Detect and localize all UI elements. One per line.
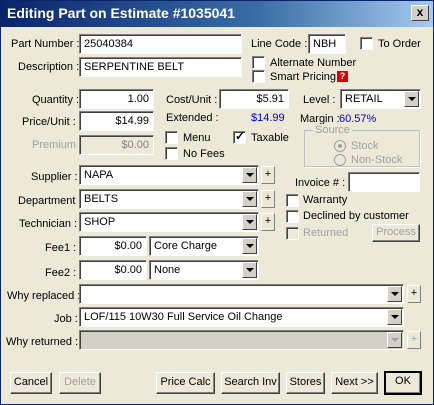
part-number-label: Part Number : bbox=[11, 38, 80, 50]
next-button[interactable]: Next >> bbox=[331, 372, 378, 394]
job-select[interactable]: LOF/115 10W30 Full Service Oil Change bbox=[79, 307, 404, 327]
line-code-input[interactable]: NBH bbox=[308, 34, 346, 54]
description-input[interactable]: SERPENTINE BELT bbox=[79, 57, 242, 77]
warranty-checkbox[interactable] bbox=[286, 194, 299, 207]
line-code-label: Line Code : bbox=[251, 38, 308, 50]
add-technician-button[interactable]: + bbox=[261, 213, 275, 231]
alternate-number-label: Alternate Number bbox=[270, 57, 357, 69]
level-select[interactable]: RETAIL bbox=[340, 89, 421, 109]
why-returned-label: Why returned : bbox=[6, 336, 79, 348]
job-value: LOF/115 10W30 Full Service Oil Change bbox=[84, 311, 283, 323]
part-number-input[interactable]: 25040384 bbox=[79, 34, 242, 54]
fee1-type-select[interactable]: Core Charge bbox=[149, 236, 259, 256]
add-why-returned-button: + bbox=[407, 331, 421, 349]
menu-checkbox[interactable] bbox=[165, 131, 178, 144]
returned-label: Returned bbox=[303, 227, 349, 239]
premium-label: Premium bbox=[32, 139, 77, 151]
fee2-type-select[interactable]: None bbox=[149, 260, 259, 280]
to-order-label: To Order bbox=[378, 38, 421, 50]
level-label: Level : bbox=[303, 94, 336, 106]
why-returned-dropdown-arrow bbox=[387, 332, 402, 348]
job-dropdown-arrow[interactable] bbox=[387, 309, 402, 325]
department-value: BELTS bbox=[84, 193, 119, 205]
to-order-checkbox[interactable] bbox=[360, 37, 373, 50]
price-unit-label: Price/Unit : bbox=[22, 116, 76, 128]
why-replaced-dropdown-arrow[interactable] bbox=[387, 286, 402, 302]
premium-input: $0.00 bbox=[79, 135, 154, 155]
add-supplier-button[interactable]: + bbox=[261, 166, 275, 184]
why-replaced-select[interactable] bbox=[79, 284, 404, 304]
stores-button[interactable]: Stores bbox=[286, 372, 325, 394]
process-button: Process bbox=[372, 224, 420, 242]
price-calc-button[interactable]: Price Calc bbox=[156, 372, 215, 394]
supplier-value: NAPA bbox=[84, 169, 114, 181]
invoice-label: Invoice # : bbox=[295, 177, 346, 189]
invoice-input[interactable] bbox=[348, 172, 420, 192]
title-bar: Editing Part on Estimate #1035041 x bbox=[1, 1, 433, 27]
price-unit-input[interactable]: $14.99 bbox=[79, 111, 154, 131]
search-inv-button[interactable]: Search Inv bbox=[221, 372, 280, 394]
cost-unit-label: Cost/Unit : bbox=[166, 94, 218, 106]
fee2-dropdown-arrow[interactable] bbox=[242, 262, 257, 278]
non-stock-label: Non-Stock bbox=[351, 154, 403, 166]
delete-button: Delete bbox=[59, 372, 101, 394]
description-label: Description : bbox=[18, 61, 80, 73]
taxable-checkbox[interactable] bbox=[233, 129, 246, 144]
why-returned-select bbox=[79, 330, 404, 350]
level-value: RETAIL bbox=[345, 93, 383, 105]
no-fees-label: No Fees bbox=[183, 148, 225, 160]
add-why-replaced-button[interactable]: + bbox=[407, 285, 421, 303]
fee1-amount-input[interactable]: $0.00 bbox=[79, 236, 147, 256]
cancel-button[interactable]: Cancel bbox=[10, 372, 52, 394]
quantity-label: Quantity : bbox=[32, 94, 80, 106]
department-select[interactable]: BELTS bbox=[79, 189, 259, 209]
department-dropdown-arrow[interactable] bbox=[242, 191, 257, 207]
job-label: Job : bbox=[54, 313, 78, 325]
warranty-label: Warranty bbox=[303, 194, 348, 206]
extended-value: $14.99 bbox=[251, 112, 285, 124]
supplier-select[interactable]: NAPA bbox=[79, 165, 259, 185]
close-button[interactable]: x bbox=[411, 5, 429, 21]
declined-checkbox[interactable] bbox=[286, 210, 299, 223]
technician-dropdown-arrow[interactable] bbox=[242, 214, 257, 230]
declined-label: Declined by customer bbox=[303, 210, 409, 222]
smart-pricing-checkbox[interactable] bbox=[252, 70, 265, 83]
help-icon[interactable]: ? bbox=[337, 71, 348, 82]
extended-label: Extended : bbox=[166, 112, 219, 124]
quantity-input[interactable]: 1.00 bbox=[79, 89, 154, 109]
menu-label: Menu bbox=[183, 132, 211, 144]
fee2-amount-input[interactable]: $0.00 bbox=[79, 260, 147, 280]
supplier-dropdown-arrow[interactable] bbox=[242, 167, 257, 183]
ok-button[interactable]: OK bbox=[384, 371, 422, 395]
stock-radio bbox=[334, 140, 346, 152]
technician-select[interactable]: SHOP bbox=[79, 212, 259, 232]
stock-label: Stock bbox=[351, 140, 379, 152]
supplier-label: Supplier : bbox=[31, 171, 78, 183]
source-group-title: Source bbox=[313, 124, 352, 136]
fee1-type-value: Core Charge bbox=[154, 240, 217, 252]
smart-pricing-label: Smart Pricing bbox=[270, 71, 337, 83]
department-label: Department : bbox=[18, 195, 82, 207]
technician-value: SHOP bbox=[84, 216, 116, 228]
window-title: Editing Part on Estimate #1035041 bbox=[7, 5, 235, 21]
non-stock-radio bbox=[334, 154, 346, 166]
no-fees-checkbox[interactable] bbox=[165, 147, 178, 160]
level-dropdown-arrow[interactable] bbox=[404, 91, 419, 107]
taxable-label: Taxable bbox=[251, 132, 289, 144]
why-replaced-label: Why replaced : bbox=[7, 290, 81, 302]
technician-label: Technician : bbox=[19, 218, 78, 230]
fee1-label: Fee1 : bbox=[45, 242, 77, 254]
edit-part-window: Editing Part on Estimate #1035041 x Part… bbox=[0, 0, 434, 405]
returned-checkbox bbox=[286, 227, 299, 240]
cost-unit-input[interactable]: $5.91 bbox=[219, 89, 289, 109]
alternate-number-checkbox[interactable] bbox=[252, 56, 265, 69]
fee1-dropdown-arrow[interactable] bbox=[242, 238, 257, 254]
add-department-button[interactable]: + bbox=[261, 190, 275, 208]
fee2-label: Fee2 : bbox=[45, 267, 77, 279]
fee2-type-value: None bbox=[154, 264, 181, 276]
